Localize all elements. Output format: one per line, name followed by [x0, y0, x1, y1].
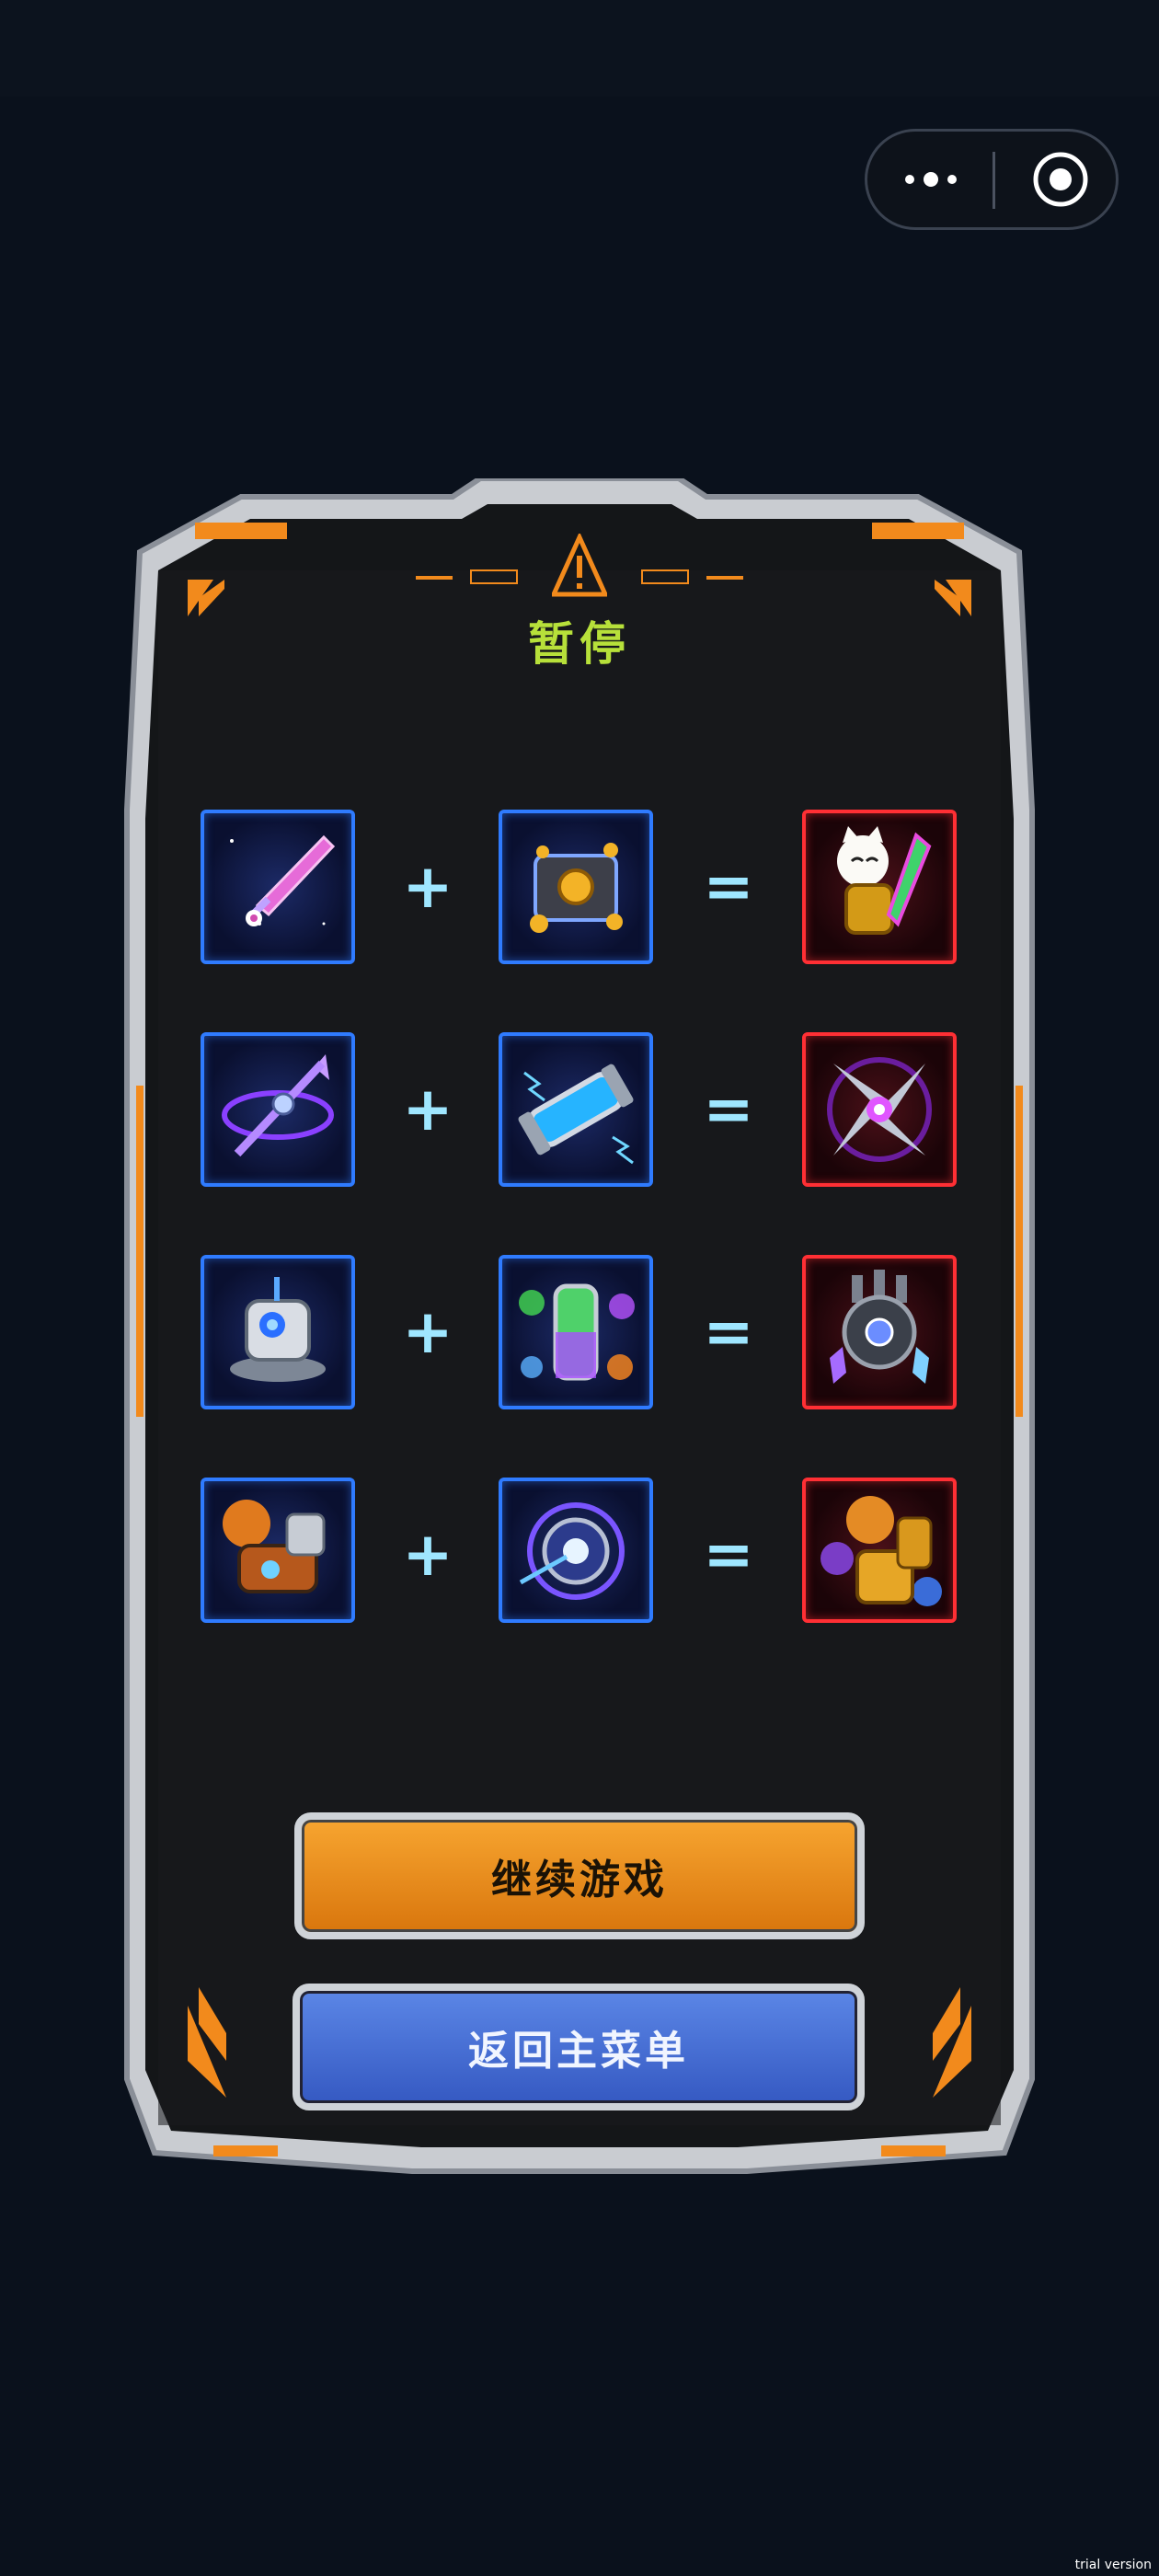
- more-dots-icon[interactable]: [867, 132, 994, 227]
- pause-panel: 暂停 + = + = + = + = 继续游戏 返回主菜单: [103, 478, 1056, 2190]
- equals-sign: =: [703, 1074, 754, 1144]
- capsule-divider: [993, 152, 995, 209]
- equals-sign: =: [703, 1519, 754, 1590]
- crystal-mech-orb-icon[interactable]: [802, 1255, 957, 1409]
- blue-laser-orb-icon[interactable]: [499, 1478, 653, 1623]
- blue-energy-capsule-icon[interactable]: [499, 1032, 653, 1187]
- plus-sign: +: [402, 1074, 453, 1144]
- mini-program-capsule: [865, 129, 1119, 230]
- status-bar-area: [0, 0, 1159, 97]
- gold-coin-chest-icon[interactable]: [499, 810, 653, 964]
- recipe-row-2: + =: [103, 1032, 1056, 1194]
- pause-title: 暂停: [528, 617, 631, 671]
- plus-sign: +: [402, 1296, 453, 1367]
- equals-sign: =: [703, 851, 754, 922]
- purple-shuriken-icon[interactable]: [802, 1032, 957, 1187]
- turret-robot-icon[interactable]: [201, 1255, 355, 1409]
- continue-game-button[interactable]: 继续游戏: [294, 1812, 865, 1939]
- plus-sign: +: [402, 851, 453, 922]
- recipe-row-4: + =: [103, 1478, 1056, 1639]
- warning-triangle-icon: [552, 534, 607, 597]
- equals-sign: =: [703, 1296, 754, 1367]
- pink-sword-icon[interactable]: [201, 810, 355, 964]
- recipe-row-1: + =: [103, 810, 1056, 972]
- tiger-gauntlet-icon[interactable]: [201, 1478, 355, 1623]
- lucky-cat-gauntlet-icon[interactable]: [802, 810, 957, 964]
- elemental-tube-icon[interactable]: [499, 1255, 653, 1409]
- beast-fist-icon[interactable]: [802, 1478, 957, 1623]
- return-main-menu-button[interactable]: 返回主菜单: [293, 1984, 865, 2110]
- recipe-row-3: + =: [103, 1255, 1056, 1417]
- plus-sign: +: [402, 1519, 453, 1590]
- trial-watermark: trial version: [1074, 2558, 1152, 2572]
- target-icon[interactable]: [1031, 150, 1090, 209]
- purple-arrow-orb-icon[interactable]: [201, 1032, 355, 1187]
